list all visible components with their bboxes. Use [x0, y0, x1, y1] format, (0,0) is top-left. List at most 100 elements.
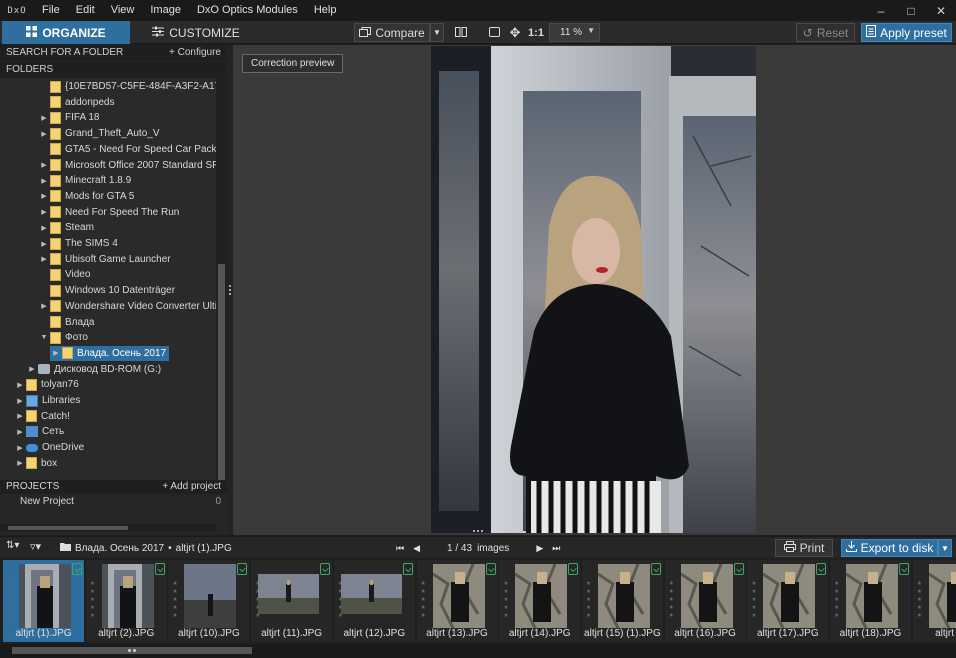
- reset-button[interactable]: ↺ Reset: [796, 23, 855, 42]
- folder-tree-item[interactable]: ▶ OneDrive: [14, 440, 84, 455]
- zoom-select[interactable]: 11 % ▼: [549, 23, 600, 42]
- filmstrip-scrollbar[interactable]: [0, 644, 956, 658]
- minimize-icon[interactable]: –: [866, 0, 896, 21]
- expand-arrow-icon[interactable]: ▶: [50, 349, 62, 357]
- processed-flag-icon[interactable]: [485, 563, 496, 575]
- scroll-thumb[interactable]: [12, 647, 252, 654]
- menu-dxo-optics-modules[interactable]: DxO Optics Modules: [189, 0, 306, 21]
- processed-flag-icon[interactable]: [899, 563, 909, 575]
- expand-arrow-icon[interactable]: ▶: [14, 459, 26, 467]
- rating-stars-icon[interactable]: ★ ★ ★ ★ ★: [917, 580, 925, 620]
- apply-preset-button[interactable]: Apply preset: [861, 23, 952, 42]
- filmstrip-thumbnail[interactable]: ★ ★ ★ ★ ★ altjrt (11).JPG: [251, 560, 333, 642]
- move-button[interactable]: ✥: [506, 23, 524, 42]
- crop-frame-button[interactable]: [485, 23, 503, 42]
- export-dropdown[interactable]: ▼: [938, 539, 952, 557]
- folder-tree-item[interactable]: ▶ Catch!: [14, 409, 70, 424]
- filter-icon[interactable]: ▿▾: [30, 540, 41, 553]
- one-to-one-button[interactable]: 1:1: [527, 23, 545, 42]
- expand-arrow-icon[interactable]: ▶: [38, 224, 50, 232]
- processed-flag-icon[interactable]: [650, 563, 661, 575]
- processed-flag-icon[interactable]: [237, 563, 248, 575]
- filmstrip-thumbnail[interactable]: ★ ★ ★ ★ ★ altjrt (10).JPG: [168, 560, 250, 642]
- expand-arrow-icon[interactable]: ▶: [38, 240, 50, 248]
- scroll-thumb[interactable]: [218, 264, 225, 504]
- folder-tree-item[interactable]: ▶ Steam: [38, 220, 94, 235]
- processed-flag-icon[interactable]: [402, 563, 413, 575]
- rating-stars-icon[interactable]: ★ ★ ★ ★ ★: [421, 580, 429, 620]
- rating-stars-icon[interactable]: ★ ★ ★ ★ ★: [172, 580, 180, 620]
- export-to-disk-button[interactable]: Export to disk: [841, 539, 938, 557]
- drag-handle[interactable]: [473, 530, 485, 533]
- expand-arrow-icon[interactable]: ▶: [14, 444, 26, 452]
- rating-stars-icon[interactable]: ★ ★ ★ ★ ★: [90, 580, 98, 620]
- filmstrip-thumbnail[interactable]: ★ ★ ★ ★ ★ altjrt (14).JPG: [499, 560, 581, 642]
- correction-preview-button[interactable]: Correction preview: [242, 54, 344, 73]
- collapse-arrow-icon[interactable]: ▼: [38, 334, 50, 341]
- filmstrip-thumbnail[interactable]: ★★★★★ altjrt (19: [912, 560, 956, 642]
- processed-flag-icon[interactable]: [320, 563, 331, 575]
- folder-tree-item[interactable]: ▶ Дисковод BD-ROM (G:): [26, 362, 161, 377]
- next-image-icon[interactable]: ▶: [536, 543, 543, 554]
- folder-tree-item[interactable]: Video: [38, 267, 90, 282]
- menu-view[interactable]: View: [103, 0, 143, 21]
- folder-tree-item[interactable]: ▶ Ubisoft Game Launcher: [38, 252, 171, 267]
- folder-tree-item[interactable]: {10E7BD57-C5FE-484F-A3F2-A1755286: [38, 79, 216, 94]
- add-project-button[interactable]: + Add project: [162, 480, 221, 494]
- rating-stars-icon[interactable]: ★ ★ ★ ★ ★: [586, 580, 594, 620]
- filmstrip-thumbnail[interactable]: ★ ★ ★ ★ ★ altjrt (1).JPG: [3, 560, 84, 642]
- expand-arrow-icon[interactable]: ▶: [38, 114, 50, 122]
- folder-tree-item[interactable]: ▶ Grand_Theft_Auto_V: [38, 126, 160, 141]
- compare-button[interactable]: Compare: [354, 23, 430, 42]
- folder-tree-item[interactable]: Windows 10 Datenträger: [38, 283, 175, 298]
- last-image-icon[interactable]: ⏭: [552, 543, 560, 554]
- folder-tree-item[interactable]: ▶ The SIMS 4: [38, 236, 118, 251]
- folder-tree-item[interactable]: ▶ Minecraft 1.8.9: [38, 173, 131, 188]
- maximize-icon[interactable]: □: [896, 0, 926, 21]
- folder-tree-item[interactable]: ▶ FIFA 18: [38, 110, 99, 125]
- folder-tree-item[interactable]: ▶ tolyan76: [14, 377, 79, 392]
- expand-arrow-icon[interactable]: ▶: [38, 177, 50, 185]
- filmstrip-thumbnail[interactable]: ★ ★ ★ ★ ★ altjrt (12).JPG: [333, 560, 415, 642]
- processed-flag-icon[interactable]: [568, 563, 579, 575]
- search-folder-label[interactable]: SEARCH FOR A FOLDER: [6, 45, 123, 61]
- expand-arrow-icon[interactable]: ▶: [26, 365, 38, 373]
- expand-arrow-icon[interactable]: ▶: [14, 381, 26, 389]
- folder-tree-item[interactable]: ▶ Need For Speed The Run: [38, 205, 179, 220]
- expand-arrow-icon[interactable]: ▶: [14, 397, 26, 405]
- expand-arrow-icon[interactable]: ▶: [38, 208, 50, 216]
- tab-organize[interactable]: ORGANIZE: [2, 21, 130, 44]
- main-photo[interactable]: [431, 46, 756, 533]
- menu-edit[interactable]: Edit: [68, 0, 103, 21]
- rating-stars-icon[interactable]: ★ ★ ★ ★ ★: [751, 580, 759, 620]
- expand-arrow-icon[interactable]: ▶: [38, 255, 50, 263]
- rating-stars-icon[interactable]: ★ ★ ★ ★ ★: [669, 580, 677, 620]
- rating-stars-icon[interactable]: ★ ★ ★ ★ ★: [7, 580, 15, 620]
- processed-flag-icon[interactable]: [72, 563, 82, 575]
- print-button[interactable]: Print: [775, 539, 833, 557]
- menu-help[interactable]: Help: [306, 0, 345, 21]
- filmstrip-thumbnail[interactable]: ★ ★ ★ ★ ★ altjrt (18).JPG: [830, 560, 911, 642]
- folder-tree-item[interactable]: ▶ Сеть: [14, 424, 64, 439]
- folder-tree-vscrollbar[interactable]: [216, 78, 227, 518]
- scroll-thumb[interactable]: [8, 526, 128, 530]
- menu-file[interactable]: File: [34, 0, 68, 21]
- folder-tree-item[interactable]: ▶ Mods for GTA 5: [38, 189, 134, 204]
- processed-flag-icon[interactable]: [154, 563, 165, 575]
- breadcrumb-folder[interactable]: Влада. Осень 2017: [75, 543, 164, 554]
- folder-tree-item[interactable]: ▼ Фото: [38, 330, 88, 345]
- rating-stars-icon[interactable]: ★ ★ ★ ★ ★: [834, 580, 842, 620]
- configure-button[interactable]: + Configure: [169, 45, 221, 61]
- folder-tree-item[interactable]: Влада: [38, 315, 94, 330]
- filmstrip-thumbnail[interactable]: ★ ★ ★ ★ ★ altjrt (13).JPG: [416, 560, 498, 642]
- sort-icon[interactable]: ⇅▾: [6, 540, 19, 551]
- close-icon[interactable]: ✕: [926, 0, 956, 21]
- compare-dropdown[interactable]: ▼: [430, 23, 444, 42]
- prev-image-icon[interactable]: ◀: [413, 543, 420, 554]
- folder-tree-item[interactable]: ▶ Microsoft Office 2007 Standard SP3 12: [38, 158, 216, 173]
- menu-image[interactable]: Image: [142, 0, 189, 21]
- expand-arrow-icon[interactable]: ▶: [38, 192, 50, 200]
- processed-flag-icon[interactable]: [816, 563, 827, 575]
- expand-arrow-icon[interactable]: ▶: [14, 412, 26, 420]
- tab-customize[interactable]: CUSTOMIZE: [131, 21, 261, 44]
